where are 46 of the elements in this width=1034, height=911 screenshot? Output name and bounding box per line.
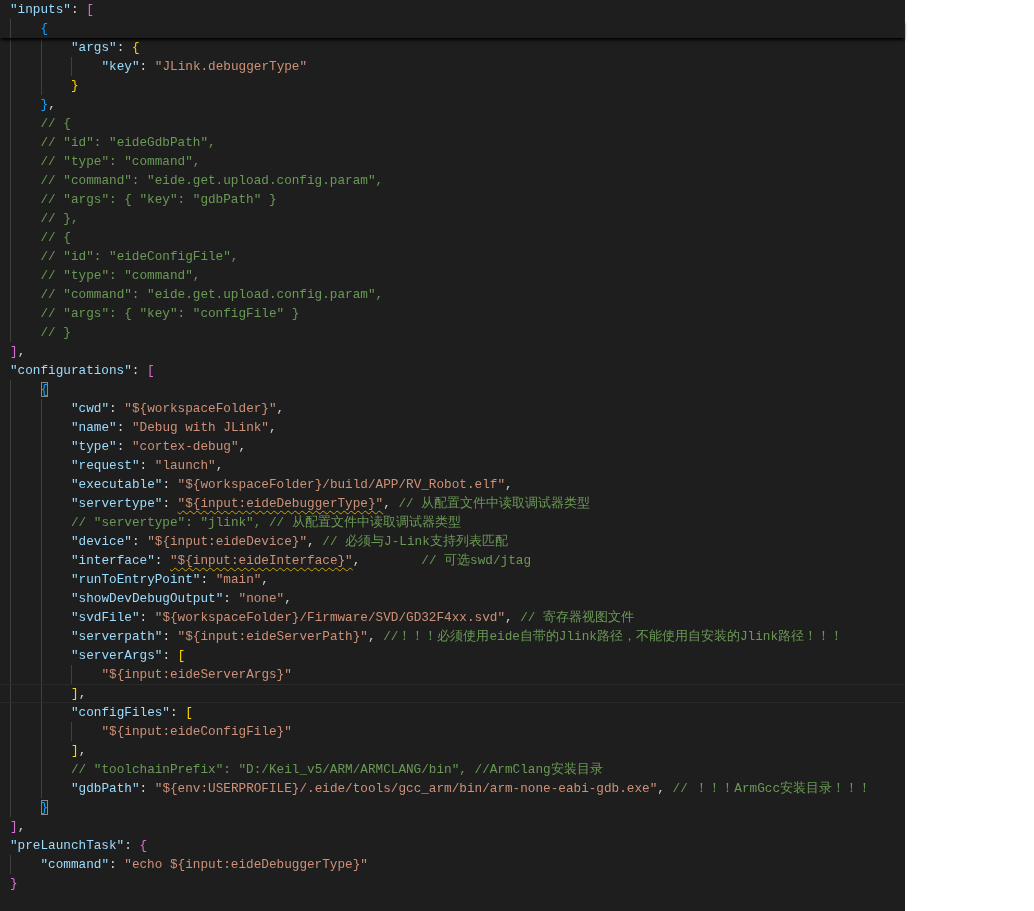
code-line: "serverArgs": [ bbox=[71, 647, 186, 665]
code-line: "key": "JLink.debuggerType" bbox=[101, 58, 308, 76]
code-line: "executable": "${workspaceFolder}/build/APP/RV_Robot.elf", bbox=[71, 476, 513, 494]
code-line: } bbox=[10, 875, 18, 893]
code-line: // "args": { "key": "gdbPath" } bbox=[40, 191, 277, 209]
code-line: "name": "Debug with JLink", bbox=[71, 419, 277, 437]
code-line: ], bbox=[71, 685, 87, 702]
code-line: "showDevDebugOutput": "none", bbox=[71, 590, 292, 608]
code-line: "gdbPath": "${env:USERPROFILE}/.eide/tools/gcc_arm/bin/arm-none-eabi-gdb.exe", // ！！！ArmGcc安装目录！！！ bbox=[71, 780, 872, 798]
code-line: "${input:eideConfigFile}" bbox=[101, 723, 292, 741]
code-editor[interactable] bbox=[0, 0, 905, 911]
code-line: { bbox=[40, 20, 49, 38]
code-line: "preLaunchTask": { bbox=[10, 837, 148, 855]
code-line: }, bbox=[40, 96, 56, 114]
code-line: // "toolchainPrefix": "D:/Keil_v5/ARM/ARMCLANG/bin", //ArmClang安装目录 bbox=[71, 761, 603, 779]
code-line: ], bbox=[10, 343, 26, 361]
code-line: "inputs": [ bbox=[10, 1, 94, 19]
code-line: "configurations": [ bbox=[10, 362, 155, 380]
code-line: // "type": "command", bbox=[40, 153, 201, 171]
code-line: // "command": "eide.get.upload.config.param", bbox=[40, 286, 384, 304]
code-line: "device": "${input:eideDevice}", // 必须与J-Link支持列表匹配 bbox=[71, 533, 508, 551]
code-line: // "servertype": "jlink", // 从配置文件中读取调试器类型 bbox=[71, 514, 461, 532]
code-line: "serverpath": "${input:eideServerPath}", //！！！必须使用eide自带的Jlink路径，不能使用自安装的Jlink路径！！！ bbox=[71, 628, 843, 646]
code-line: // "args": { "key": "configFile" } bbox=[40, 305, 300, 323]
code-line: "servertype": "${input:eideDebuggerType}", // 从配置文件中读取调试器类型 bbox=[71, 495, 591, 513]
code-line: // "type": "command", bbox=[40, 267, 201, 285]
code-line: ], bbox=[10, 818, 26, 836]
code-line: "svdFile": "${workspaceFolder}/Firmware/SVD/GD32F4xx.svd", // 寄存器视图文件 bbox=[71, 609, 635, 627]
code-line: // "command": "eide.get.upload.config.param", bbox=[40, 172, 384, 190]
code-line: "interface": "${input:eideInterface}", // 可选swd/jtag bbox=[71, 552, 532, 570]
code-line: "type": "cortex-debug", bbox=[71, 438, 247, 456]
code-line: } bbox=[71, 77, 79, 95]
code-line: // { bbox=[40, 229, 71, 247]
code-line: "runToEntryPoint": "main", bbox=[71, 571, 269, 589]
code-line: "request": "launch", bbox=[71, 457, 224, 475]
code-line: "configFiles": [ bbox=[71, 704, 193, 722]
code-line: // "id": "eideGdbPath", bbox=[40, 134, 216, 152]
code-line: "args": { bbox=[71, 39, 140, 57]
code-line: // }, bbox=[40, 210, 79, 228]
code-line: "command": "echo ${input:eideDebuggerType}" bbox=[40, 856, 368, 874]
code-line: ], bbox=[71, 742, 87, 760]
code-line: // } bbox=[40, 324, 71, 342]
code-line: "${input:eideServerArgs}" bbox=[101, 666, 292, 684]
code-line: // "id": "eideConfigFile", bbox=[40, 248, 239, 266]
code-line: "cwd": "${workspaceFolder}", bbox=[71, 400, 285, 418]
code-line: // { bbox=[40, 115, 71, 133]
